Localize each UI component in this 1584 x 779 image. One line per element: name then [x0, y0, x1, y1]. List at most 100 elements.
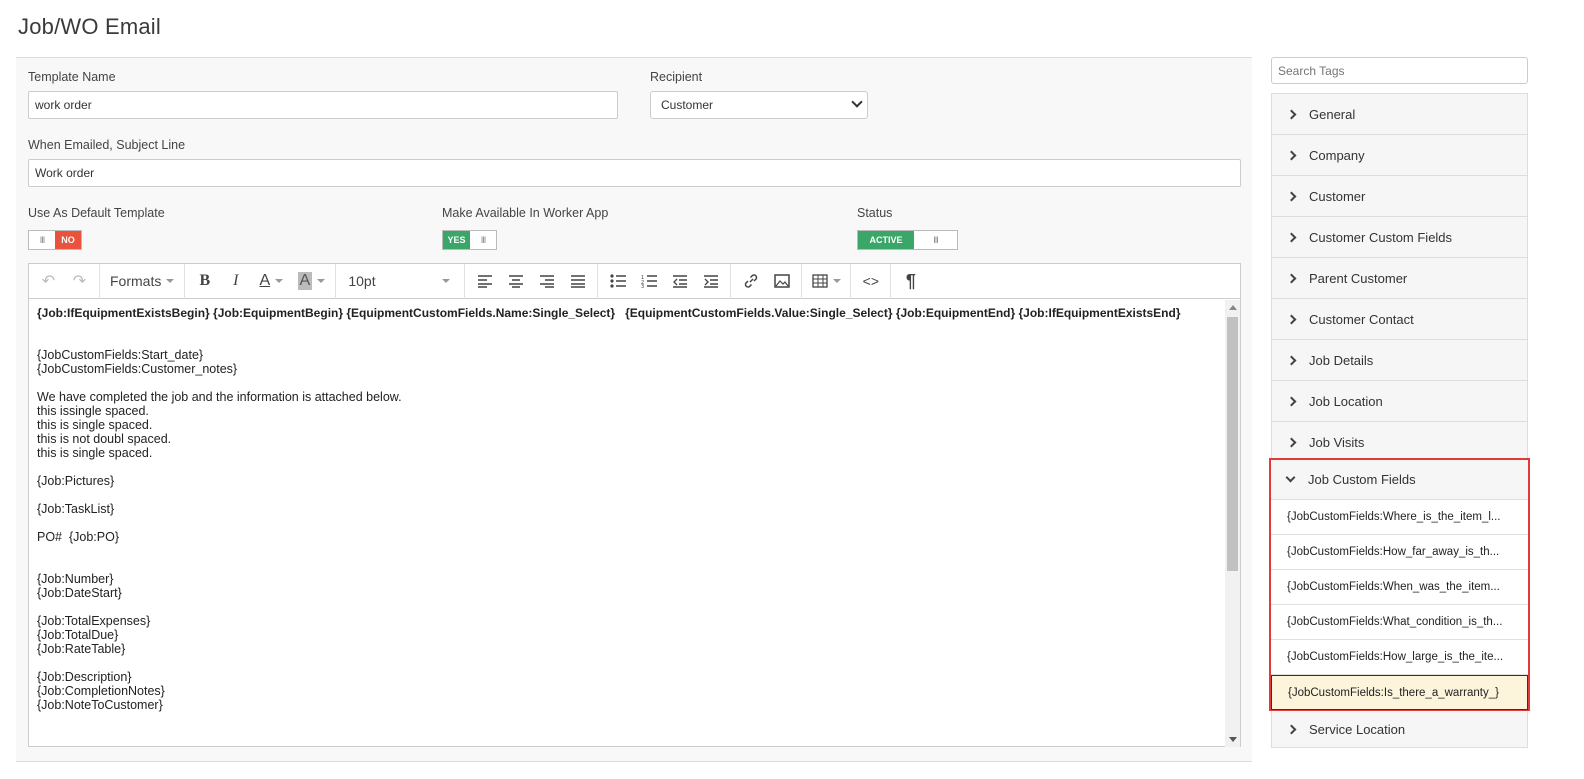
- tag-category-job-location[interactable]: Job Location: [1272, 381, 1527, 422]
- undo-icon[interactable]: ↶: [33, 266, 64, 296]
- svg-text:3: 3: [641, 284, 644, 288]
- editor-scrollbar[interactable]: [1225, 300, 1240, 747]
- chevron-right-icon: [1286, 191, 1297, 201]
- scrollbar-thumb[interactable]: [1227, 317, 1238, 571]
- editor-line: {Job:NoteToCustomer}: [37, 698, 163, 712]
- chevron-down-icon: [851, 96, 863, 108]
- tag-item[interactable]: {JobCustomFields:What_condition_is_th...: [1271, 605, 1528, 640]
- editor-line: {Job:DateStart}: [37, 586, 122, 600]
- table-group: [802, 263, 852, 299]
- history-group: ↶ ↷: [29, 263, 100, 299]
- default-template-toggle[interactable]: III NO: [28, 230, 82, 250]
- text-color-icon[interactable]: A: [251, 266, 291, 296]
- editor-line: this issingle spaced.: [37, 404, 149, 418]
- editor-line: {Job:TaskList}: [37, 502, 115, 516]
- tag-category-company[interactable]: Company: [1272, 135, 1527, 176]
- align-right-icon[interactable]: [531, 266, 562, 296]
- tag-category-customer[interactable]: Customer: [1272, 176, 1527, 217]
- toggle-state-no: NO: [55, 231, 81, 249]
- editor-line: {Job:TotalExpenses}: [37, 614, 151, 628]
- align-left-icon[interactable]: [469, 266, 500, 296]
- code-icon[interactable]: <>: [855, 266, 886, 296]
- tag-category-label: Job Details: [1309, 352, 1374, 368]
- tag-category-job-details[interactable]: Job Details: [1272, 340, 1527, 381]
- scroll-up-icon[interactable]: [1229, 305, 1237, 310]
- tag-category-label: Job Location: [1309, 393, 1383, 409]
- redo-icon[interactable]: ↷: [64, 266, 95, 296]
- chevron-right-icon: [1286, 396, 1297, 406]
- tag-category-job-custom-fields[interactable]: Job Custom Fields: [1271, 460, 1528, 500]
- editor-content[interactable]: {Job:IfEquipmentExistsBegin} {Job:Equipm…: [37, 306, 1217, 742]
- editor-line: this is single spaced.: [37, 446, 153, 460]
- page-title: Job/WO Email: [18, 14, 161, 39]
- visual-blocks-group: ¶: [891, 264, 930, 299]
- align-justify-icon[interactable]: [562, 266, 593, 296]
- recipient-label: Recipient: [650, 70, 703, 84]
- toggle-state-active: ACTIVE: [858, 231, 914, 249]
- status-toggle[interactable]: ACTIVE III: [857, 230, 958, 250]
- image-icon[interactable]: [766, 266, 797, 296]
- background-color-icon[interactable]: A: [291, 266, 331, 296]
- editor-line: this is single spaced.: [37, 418, 153, 432]
- align-center-icon[interactable]: [500, 266, 531, 296]
- rich-text-editor[interactable]: ↶ ↷ Formats B I A A 10pt 1 2 3 <> ¶ {Job…: [28, 263, 1241, 747]
- font-size-value: 10pt: [348, 273, 376, 289]
- tag-item[interactable]: {JobCustomFields:When_was_the_item...: [1271, 570, 1528, 605]
- toggle-grip: III: [39, 235, 46, 245]
- tag-category-service-location[interactable]: Service Location: [1271, 711, 1528, 748]
- chevron-right-icon: [1286, 109, 1297, 119]
- scroll-down-icon[interactable]: [1229, 737, 1237, 742]
- tag-item[interactable]: {JobCustomFields:Where_is_the_item_l...: [1271, 500, 1528, 535]
- job-custom-fields-section: Job Custom Fields {JobCustomFields:Where…: [1269, 458, 1530, 711]
- tag-item[interactable]: {JobCustomFields:How_far_away_is_th...: [1271, 535, 1528, 570]
- editor-line: {Job:IfEquipmentExistsBegin} {Job:Equipm…: [37, 306, 1181, 320]
- caret-down-icon: [317, 279, 326, 283]
- subject-input[interactable]: Work order: [28, 159, 1241, 187]
- numbered-list-icon[interactable]: 123: [633, 266, 664, 296]
- search-tags-input[interactable]: [1271, 57, 1528, 84]
- tag-category-job-visits[interactable]: Job Visits: [1272, 422, 1527, 463]
- italic-icon[interactable]: I: [220, 266, 251, 296]
- bold-icon[interactable]: B: [189, 266, 220, 296]
- caret-down-icon: [442, 279, 451, 283]
- code-group: <>: [851, 263, 892, 299]
- editor-line: {JobCustomFields:Customer_notes}: [37, 362, 238, 376]
- editor-line: {Job:TotalDue}: [37, 628, 119, 642]
- list-group: 123: [598, 263, 732, 299]
- tag-category-label: Service Location: [1309, 721, 1406, 737]
- worker-app-label: Make Available In Worker App: [442, 206, 609, 220]
- tag-category-label: Customer Contact: [1309, 311, 1414, 327]
- tag-category-label: Job Custom Fields: [1308, 472, 1416, 487]
- recipient-select[interactable]: Customer: [650, 91, 868, 119]
- font-size-dropdown[interactable]: 10pt: [340, 273, 460, 289]
- chevron-down-icon: [1285, 472, 1296, 483]
- tag-category-label: General: [1309, 106, 1356, 122]
- chevron-right-icon: [1286, 355, 1297, 365]
- tag-category-general[interactable]: General: [1272, 94, 1527, 135]
- tag-item[interactable]: {JobCustomFields:How_large_is_the_ite...: [1271, 640, 1528, 675]
- table-icon[interactable]: [806, 266, 846, 296]
- template-form-panel: Template Name work order Recipient Custo…: [16, 57, 1252, 762]
- outdent-icon[interactable]: [664, 266, 695, 296]
- formats-dropdown[interactable]: Formats: [104, 273, 180, 289]
- tag-category-label: Company: [1309, 147, 1365, 163]
- tag-category-customer-custom-fields[interactable]: Customer Custom Fields: [1272, 217, 1527, 258]
- link-icon[interactable]: [735, 266, 766, 296]
- tag-category-parent-customer[interactable]: Parent Customer: [1272, 258, 1527, 299]
- tag-item-selected[interactable]: {JobCustomFields:Is_there_a_warranty_}: [1271, 675, 1528, 710]
- worker-app-toggle[interactable]: YES III: [442, 230, 497, 250]
- style-group: B I A A: [185, 263, 337, 299]
- indent-icon[interactable]: [695, 266, 726, 296]
- template-name-label: Template Name: [28, 70, 116, 84]
- editor-line: {Job:Description}: [37, 670, 132, 684]
- bullet-list-icon[interactable]: [602, 266, 633, 296]
- recipient-select-value: Customer: [661, 98, 714, 112]
- template-name-input[interactable]: work order: [28, 91, 618, 119]
- paragraph-icon[interactable]: ¶: [895, 266, 926, 296]
- tag-category-customer-contact[interactable]: Customer Contact: [1272, 299, 1527, 340]
- tag-category-list: General Company Customer Customer Custom…: [1271, 93, 1528, 463]
- chevron-right-icon: [1286, 724, 1297, 734]
- font-size-group: 10pt: [336, 263, 466, 299]
- editor-line: We have completed the job and the inform…: [37, 390, 402, 404]
- caret-down-icon: [166, 279, 175, 283]
